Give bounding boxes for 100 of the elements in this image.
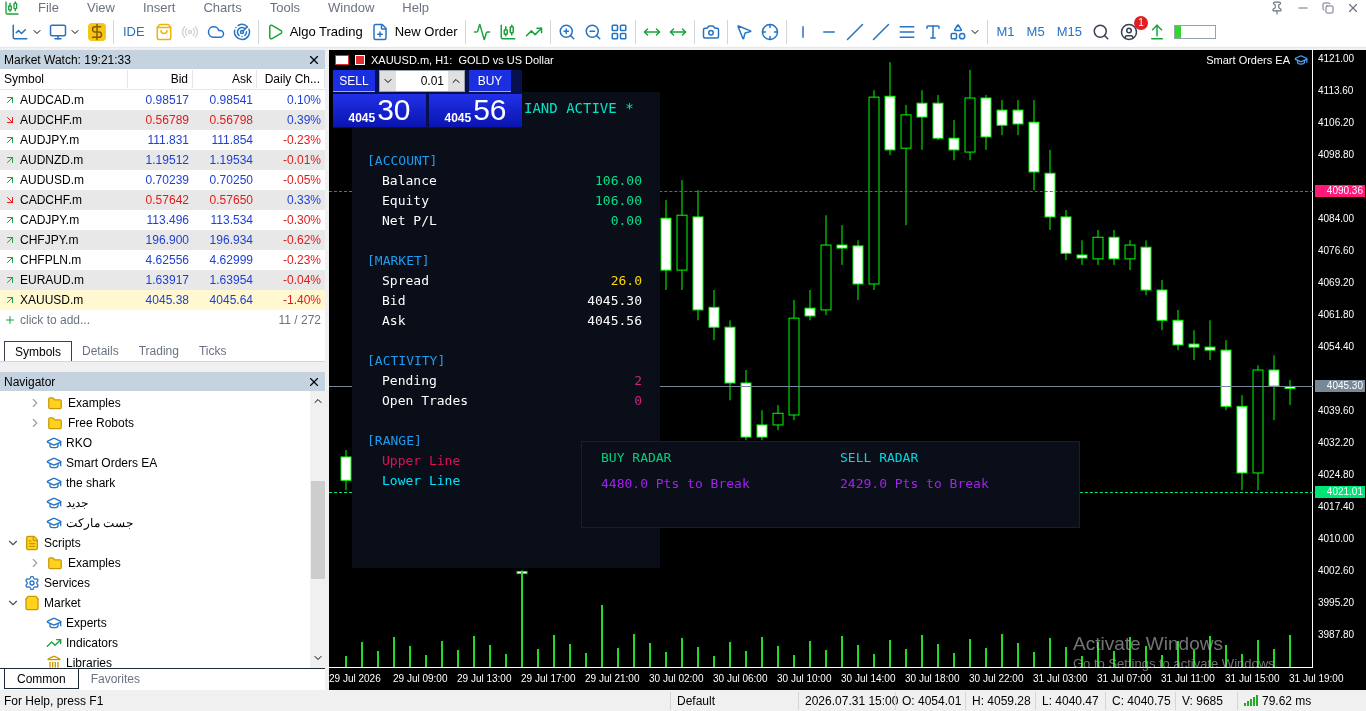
symbol-name: CADJPY.m — [20, 212, 80, 229]
price-label: 4021.01 — [1315, 486, 1365, 498]
info-value: 4045.56 — [587, 312, 642, 330]
ask-price: 0.70250 — [208, 172, 254, 189]
price-axis-label: 4017.40 — [1318, 502, 1355, 513]
info-label: Balance — [382, 172, 437, 190]
time-axis-label: 29 Jul 21:00 — [585, 672, 640, 686]
section-title: [MARKET] — [367, 252, 431, 270]
info-label: Ask — [382, 312, 406, 330]
symbol-name: AUDNZD.m — [20, 152, 84, 169]
ask-price: 4.62999 — [208, 252, 254, 269]
price-axis-label: 3987.80 — [1318, 630, 1355, 641]
bid-price: 111.831 — [146, 132, 190, 149]
status-profile: Default — [670, 691, 798, 710]
status-ping: 79.62 ms — [1262, 692, 1312, 710]
expert-name: Smart Orders EA — [1206, 53, 1290, 68]
symbol-name: CHFJPY.m — [20, 232, 79, 249]
status-close: C: 4040.75 — [1105, 691, 1175, 710]
ask-price: 1.63954 — [208, 272, 254, 289]
daily-change: 0.10% — [285, 92, 322, 109]
symbol-name: AUDJPY.m — [20, 132, 80, 149]
bid-price: 0.70239 — [144, 172, 190, 189]
bid-price: 196.900 — [144, 232, 190, 249]
bid-price: 0.98517 — [144, 92, 190, 109]
ask-price: 0.98541 — [208, 92, 254, 109]
chart-title: XAUUSD.m, H1: GOLD vs US Dollar — [371, 53, 554, 68]
section-title: [ACTIVITY] — [367, 352, 447, 370]
ask-price: 196.934 — [208, 232, 254, 249]
daily-change: -1.40% — [281, 292, 322, 309]
time-axis-label: 31 Jul 07:00 — [1097, 672, 1152, 686]
radar-title: SELL RADAR — [840, 449, 920, 467]
daily-change: -0.01% — [281, 152, 322, 169]
price-axis-label: 4054.40 — [1318, 342, 1355, 353]
daily-change: -0.05% — [281, 172, 322, 189]
time-axis-label: 29 Jul 17:00 — [521, 672, 576, 686]
symbol-name: AUDCAD.m — [20, 92, 84, 109]
info-label: Pending — [382, 372, 437, 390]
symbol-name: AUDCHF.m — [20, 112, 82, 129]
info-label: Bid — [382, 292, 406, 310]
time-axis-label: 30 Jul 22:00 — [969, 672, 1024, 686]
info-value: 106.00 — [595, 192, 642, 210]
time-axis-label: 29 Jul 09:00 — [393, 672, 448, 686]
time-axis-label: 30 Jul 18:00 — [905, 672, 960, 686]
time-axis-label: 30 Jul 02:00 — [649, 672, 704, 686]
price-axis-label: 4106.20 — [1318, 118, 1355, 129]
price-axis-label: 4113.60 — [1318, 86, 1354, 97]
daily-change: 0.33% — [285, 192, 322, 209]
radar-title: BUY RADAR — [601, 449, 673, 467]
info-label: Equity — [382, 192, 429, 210]
ask-price: 0.56798 — [208, 112, 254, 129]
status-high: H: 4059.28 — [965, 691, 1035, 710]
price-axis-label: 4098.80 — [1318, 150, 1355, 161]
info-label: Upper Line — [382, 452, 461, 470]
price-axis-label: 4032.20 — [1318, 438, 1355, 449]
symbol-name: CADCHF.m — [20, 192, 82, 209]
ask-price: 0.57650 — [208, 192, 254, 209]
panel-title: Market Watch: 19:21:33 — [4, 51, 131, 69]
price-axis-label: 4076.60 — [1318, 246, 1355, 257]
symbol-name: CHFPLN.m — [20, 252, 82, 269]
bid-price: 113.496 — [145, 212, 190, 229]
ask-price: 4045.64 — [208, 292, 254, 309]
info-value: 106.00 — [595, 172, 642, 190]
price-axis-label: 4002.60 — [1318, 566, 1355, 577]
status-low: L: 4040.47 — [1035, 691, 1105, 710]
time-axis-label: 31 Jul 15:00 — [1225, 672, 1280, 686]
price-axis-label: 4039.60 — [1318, 406, 1355, 417]
info-label: Open Trades — [382, 392, 469, 410]
time-axis-label: 30 Jul 10:00 — [777, 672, 832, 686]
price-label: 4090.36 — [1315, 185, 1365, 197]
time-axis-label: 29 Jul 2026 — [329, 672, 381, 686]
daily-change: -0.04% — [281, 272, 322, 289]
info-label: Spread — [382, 272, 429, 290]
ask-price: 113.534 — [209, 212, 254, 229]
symbol-name: EURAUD.m — [20, 272, 84, 289]
info-value: 26.0 — [610, 272, 642, 290]
price-axis-label: 4024.80 — [1318, 470, 1355, 481]
daily-change: -0.23% — [281, 132, 322, 149]
daily-change: 0.39% — [285, 112, 322, 129]
info-label: Lower Line — [382, 472, 461, 490]
status-help: For Help, press F1 — [3, 692, 105, 710]
time-axis-label: 31 Jul 03:00 — [1033, 672, 1088, 686]
price-axis-label: 4069.20 — [1318, 278, 1355, 289]
info-value: 0.00 — [610, 212, 642, 230]
panel-title: Navigator — [4, 373, 56, 391]
info-label: Net P/L — [382, 212, 437, 230]
bid-price: 0.57642 — [144, 192, 190, 209]
panel-heading: IAND ACTIVE * — [524, 99, 634, 118]
bid-price: 1.63917 — [144, 272, 190, 289]
section-title: [RANGE] — [367, 432, 423, 450]
info-value: 0 — [634, 392, 642, 410]
price-axis-label: 4061.80 — [1318, 310, 1355, 321]
time-axis-label: 31 Jul 11:00 — [1161, 672, 1215, 686]
symbol-name: AUDUSD.m — [20, 172, 84, 189]
price-axis-label: 4010.00 — [1318, 534, 1355, 545]
daily-change: -0.62% — [281, 232, 322, 249]
radar-value: 2429.0 Pts to Break — [840, 474, 990, 493]
bid-price: 0.56789 — [144, 112, 190, 129]
radar-value: 4480.0 Pts to Break — [601, 474, 751, 493]
price-axis-label: 4084.00 — [1318, 214, 1355, 225]
symbol-name: XAUUSD.m — [20, 292, 84, 309]
